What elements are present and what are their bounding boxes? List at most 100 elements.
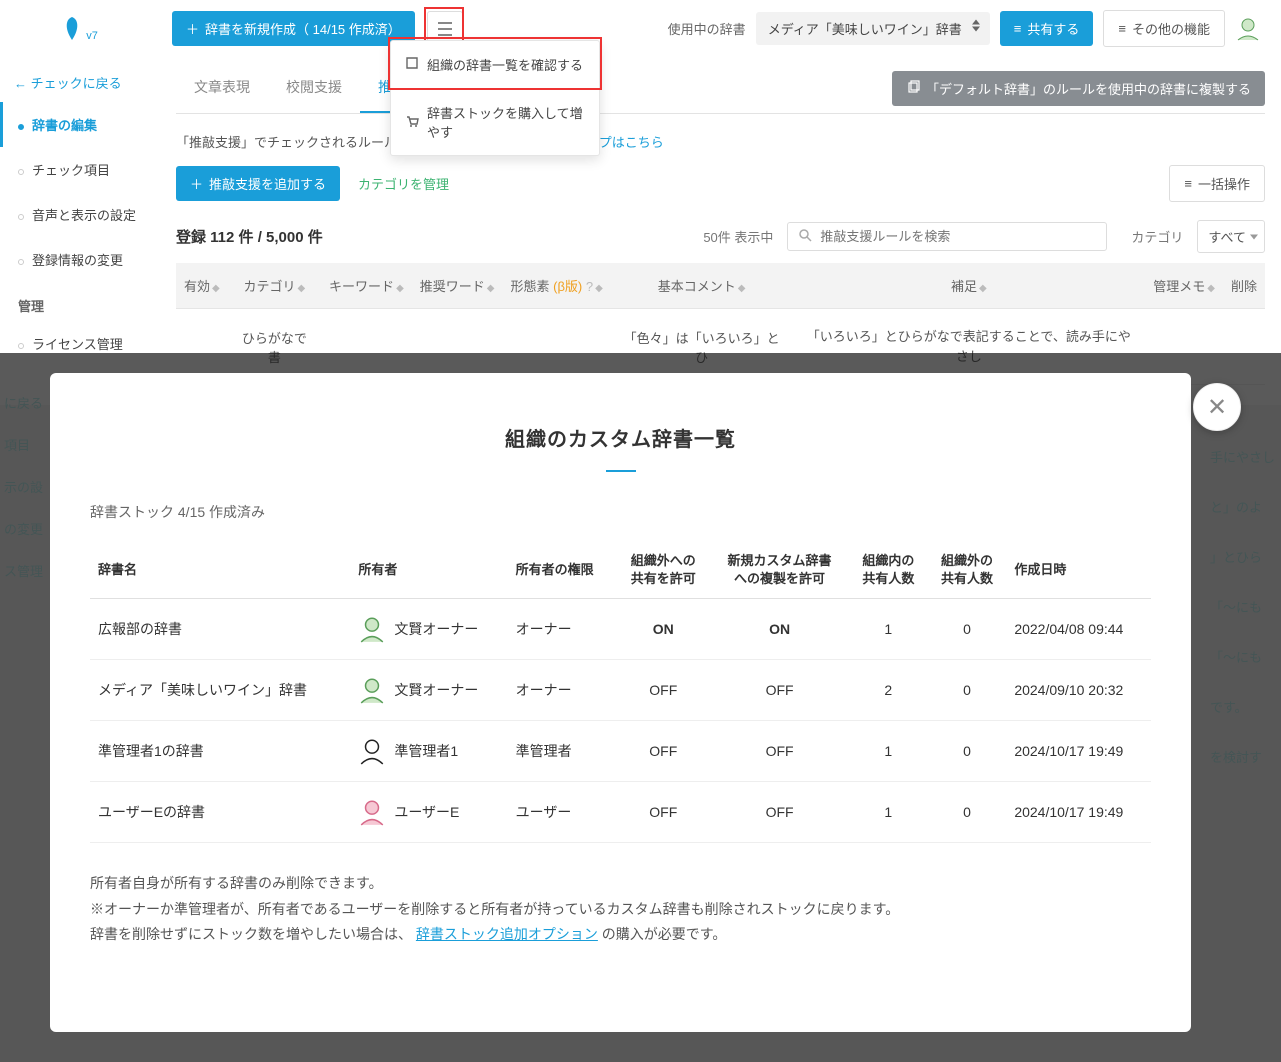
- modal-notes: 所有者自身が所有する辞書のみ削除できます。 ※オーナーか準管理者が、所有者である…: [90, 871, 1151, 947]
- sort-icon: ◆: [738, 283, 746, 294]
- sidebar-item-label: 登録情報の変更: [32, 253, 123, 268]
- col-recommended[interactable]: 推奨ワード◆: [412, 263, 503, 309]
- cell-out-share: 0: [928, 599, 1007, 660]
- copy-default-rules-button[interactable]: 「デフォルト辞書」のルールを使用中の辞書に複製する: [892, 71, 1265, 106]
- avatar-icon: [358, 676, 386, 704]
- hamburger-icon: ≡: [1014, 21, 1022, 36]
- avatar-icon: [358, 615, 386, 643]
- mcol-ext-share: 組織外への 共有を許可: [616, 542, 710, 599]
- cell-created: 2024/10/17 19:49: [1006, 721, 1151, 782]
- current-dict-label: 使用中の辞書: [668, 19, 746, 38]
- col-keyword[interactable]: キーワード◆: [321, 263, 412, 309]
- plus-icon: ＋: [186, 19, 199, 38]
- background-blur-sidebar: に戻る項目 示の設の変更ス管理: [0, 373, 47, 603]
- plus-icon: ＋: [190, 174, 203, 193]
- col-supplement[interactable]: 補足◆: [792, 263, 1145, 309]
- create-dict-button[interactable]: ＋ 辞書を新規作成（ 14/15 作成済）: [172, 11, 415, 46]
- tab-expression[interactable]: 文章表現: [176, 63, 268, 113]
- sidebar-item-label: ライセンス管理: [32, 337, 123, 352]
- category-filter-value: すべて: [1208, 230, 1246, 245]
- dropdown-item-org-dicts[interactable]: 組織の辞書一覧を確認する: [391, 41, 599, 89]
- tab-proofreading[interactable]: 校閲支援: [268, 63, 360, 113]
- col-comment[interactable]: 基本コメント◆: [611, 263, 793, 309]
- category-filter-select[interactable]: すべて: [1197, 220, 1265, 253]
- modal-backdrop: に戻る項目 示の設の変更ス管理 すべ手にやさしと」のよ 」とひら「〜にも「〜にも…: [0, 353, 1281, 1062]
- sort-icon: ◆: [979, 283, 987, 294]
- cell-in-share: 1: [849, 599, 928, 660]
- mcol-owner: 所有者: [350, 542, 507, 599]
- stock-option-link[interactable]: 辞書ストック追加オプション: [416, 926, 598, 942]
- search-box[interactable]: [787, 222, 1107, 251]
- mcol-dup: 新規カスタム辞書 への複製を許可: [710, 542, 849, 599]
- org-dict-modal: 組織のカスタム辞書一覧 辞書ストック 4/15 作成済み 辞書名 所有者 所有者…: [50, 373, 1191, 1032]
- cell-created: 2024/10/17 19:49: [1006, 782, 1151, 843]
- sidebar-section-manage: 管理: [0, 282, 160, 321]
- mcol-in-share: 組織内の 共有人数: [849, 542, 928, 599]
- category-filter-label: カテゴリ: [1131, 227, 1183, 246]
- highlight-box-2: [388, 37, 602, 90]
- sort-icon: ◆: [298, 283, 306, 294]
- sidebar-item-check-items[interactable]: チェック項目: [0, 147, 160, 192]
- back-to-check-link[interactable]: ← チェックに戻る: [0, 63, 160, 102]
- share-button[interactable]: ≡ 共有する: [1000, 11, 1094, 46]
- sidebar-item-audio-display[interactable]: 音声と表示の設定: [0, 192, 160, 237]
- modal-title: 組織のカスタム辞書一覧: [90, 423, 1151, 452]
- user-avatar-icon[interactable]: [1235, 16, 1261, 42]
- modal-table-row: ユーザーEの辞書 ユーザーE ユーザー OFF OFF 1 0 2024/10/…: [90, 782, 1151, 843]
- avatar-icon: [358, 737, 386, 765]
- cell-in-share: 2: [849, 660, 928, 721]
- mcol-out-share: 組織外の 共有人数: [928, 542, 1007, 599]
- cell-dict-name: メディア「美味しいワイン」辞書: [90, 660, 350, 721]
- mcol-created: 作成日時: [1006, 542, 1151, 599]
- cell-ext-share: ON: [616, 599, 710, 660]
- copy-default-rules-label: 「デフォルト辞書」のルールを使用中の辞書に複製する: [926, 79, 1251, 98]
- cell-dup: ON: [710, 599, 849, 660]
- back-link-label: チェックに戻る: [31, 76, 122, 91]
- sidebar-item-edit-dict[interactable]: 辞書の編集: [0, 102, 160, 147]
- manage-category-link[interactable]: カテゴリを管理: [358, 174, 449, 193]
- modal-close-button[interactable]: ✕: [1193, 383, 1241, 431]
- bulk-action-button[interactable]: ≡ 一括操作: [1169, 165, 1265, 202]
- sidebar-item-label: 音声と表示の設定: [32, 208, 136, 223]
- cell-role: ユーザー: [508, 782, 617, 843]
- cell-dict-name: 広報部の辞書: [90, 599, 350, 660]
- modal-title-underline: [606, 470, 636, 472]
- add-rule-button[interactable]: ＋ 推敲支援を追加する: [176, 166, 340, 201]
- cell-owner: 文賢オーナー: [350, 599, 507, 660]
- search-input[interactable]: [820, 229, 1096, 244]
- sidebar-item-label: 辞書の編集: [32, 118, 97, 133]
- hamburger-icon: ≡: [1118, 21, 1126, 36]
- mcol-role: 所有者の権限: [508, 542, 617, 599]
- cell-in-share: 1: [849, 721, 928, 782]
- current-dict-value: メディア「美味しいワイン」辞書: [768, 22, 962, 37]
- bulk-action-label: 一括操作: [1198, 174, 1250, 193]
- cell-out-share: 0: [928, 721, 1007, 782]
- cell-dict-name: 準管理者1の辞書: [90, 721, 350, 782]
- cell-role: オーナー: [508, 599, 617, 660]
- col-memo[interactable]: 管理メモ◆: [1145, 263, 1223, 309]
- cell-owner: 準管理者1: [350, 721, 507, 782]
- sort-icon: ◆: [487, 283, 495, 294]
- cell-role: オーナー: [508, 660, 617, 721]
- count-text: 登録 112 件 / 5,000 件: [176, 226, 323, 247]
- cell-out-share: 0: [928, 660, 1007, 721]
- share-button-label: 共有する: [1027, 19, 1079, 38]
- cell-ext-share: OFF: [616, 660, 710, 721]
- arrow-left-icon: ←: [14, 76, 27, 91]
- col-enabled[interactable]: 有効◆: [176, 263, 228, 309]
- sidebar-item-registration[interactable]: 登録情報の変更: [0, 237, 160, 282]
- current-dict-select[interactable]: メディア「美味しいワイン」辞書: [756, 12, 990, 45]
- search-icon: [798, 228, 812, 245]
- cell-dup: OFF: [710, 721, 849, 782]
- sort-icon: ◆: [595, 283, 603, 294]
- col-morpheme[interactable]: 形態素 (β版) ?◆: [502, 263, 610, 309]
- col-category[interactable]: カテゴリ◆: [228, 263, 321, 309]
- note-line: ※オーナーか準管理者が、所有者であるユーザーを削除すると所有者が持っているカスタ…: [90, 897, 1151, 922]
- other-features-button[interactable]: ≡ その他の機能: [1103, 10, 1225, 47]
- add-rule-label: 推敲支援を追加する: [209, 174, 326, 193]
- mcol-name: 辞書名: [90, 542, 350, 599]
- cell-ext-share: OFF: [616, 782, 710, 843]
- modal-table-row: 準管理者1の辞書 準管理者1 準管理者 OFF OFF 1 0 2024/10/…: [90, 721, 1151, 782]
- note-line: 所有者自身が所有する辞書のみ削除できます。: [90, 871, 1151, 896]
- dropdown-item-buy-stock[interactable]: 辞書ストックを購入して増やす: [391, 89, 599, 155]
